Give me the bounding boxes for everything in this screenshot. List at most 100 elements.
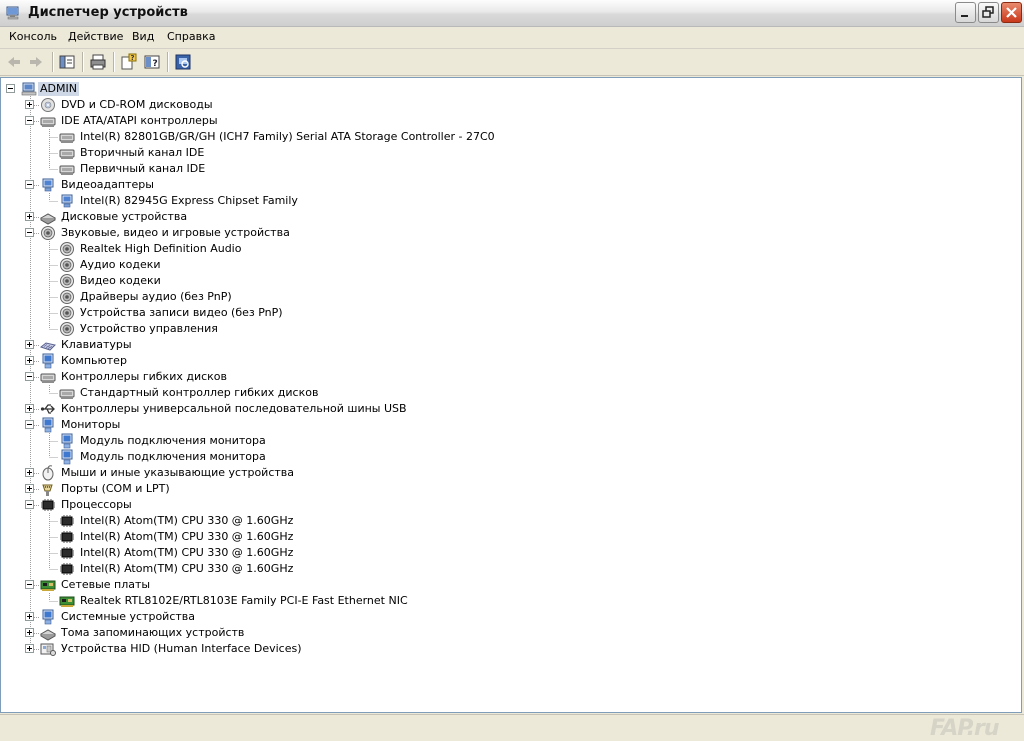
- tree-row-level-2[interactable]: Intel(R) 82945G Express Chipset Family: [1, 193, 1001, 209]
- tree-item-label[interactable]: ADMIN: [38, 82, 79, 96]
- tree-row-level-2[interactable]: Видео кодеки: [1, 273, 1001, 289]
- tree-item-label[interactable]: Мониторы: [61, 418, 120, 432]
- tree-row-level-2[interactable]: Модуль подключения монитора: [1, 433, 1001, 449]
- collapse-minus-icon[interactable]: [25, 180, 34, 189]
- tree-item-label[interactable]: Сетевые платы: [61, 578, 150, 592]
- tree-row-level-2[interactable]: Вторичный канал IDE: [1, 145, 1001, 161]
- tree-row-level-1[interactable]: Мыши и иные указывающие устройства: [1, 465, 1001, 481]
- tree-row-level-2[interactable]: Intel(R) Atom(TM) CPU 330 @ 1.60GHz: [1, 513, 1001, 529]
- expand-plus-icon[interactable]: [25, 356, 34, 365]
- restore-button[interactable]: [978, 2, 999, 23]
- menu-console[interactable]: Консоль: [9, 30, 57, 43]
- collapse-minus-icon[interactable]: [25, 500, 34, 509]
- tree-item-label[interactable]: Модуль подключения монитора: [80, 450, 266, 464]
- close-button[interactable]: [1001, 2, 1022, 23]
- tree-item-label[interactable]: Процессоры: [61, 498, 132, 512]
- tree-row-level-1[interactable]: IDE ATA/ATAPI контроллеры: [1, 113, 1001, 129]
- tree-row-level-2[interactable]: Модуль подключения монитора: [1, 449, 1001, 465]
- tree-row-level-1[interactable]: Сетевые платы: [1, 577, 1001, 593]
- print-icon[interactable]: [89, 53, 107, 71]
- expand-plus-icon[interactable]: [25, 468, 34, 477]
- tree-item-label[interactable]: Вторичный канал IDE: [80, 146, 204, 160]
- collapse-minus-icon[interactable]: [25, 372, 34, 381]
- tree-item-label[interactable]: Аудио кодеки: [80, 258, 161, 272]
- tree-item-label[interactable]: Клавиатуры: [61, 338, 132, 352]
- tree-row-level-2[interactable]: Realtek RTL8102E/RTL8103E Family PCI-E F…: [1, 593, 1001, 609]
- tree-item-label[interactable]: Мыши и иные указывающие устройства: [61, 466, 294, 480]
- tree-row-level-1[interactable]: Тома запоминающих устройств: [1, 625, 1001, 641]
- tree-row-level-1[interactable]: Клавиатуры: [1, 337, 1001, 353]
- tree-item-label[interactable]: Компьютер: [61, 354, 127, 368]
- back-arrow-icon[interactable]: [5, 53, 23, 71]
- expand-plus-icon[interactable]: [25, 484, 34, 493]
- tree-row-level-1[interactable]: Дисковые устройства: [1, 209, 1001, 225]
- tree-item-label[interactable]: Видеоадаптеры: [61, 178, 154, 192]
- properties-icon[interactable]: ?: [120, 53, 138, 71]
- tree-row-level-1[interactable]: Порты (COM и LPT): [1, 481, 1001, 497]
- expand-plus-icon[interactable]: [25, 404, 34, 413]
- tree-item-label[interactable]: Устройство управления: [80, 322, 218, 336]
- tree-item-label[interactable]: Intel(R) Atom(TM) CPU 330 @ 1.60GHz: [80, 562, 293, 576]
- tree-row-level-1[interactable]: Устройства HID (Human Interface Devices): [1, 641, 1001, 657]
- tree-item-label[interactable]: Контроллеры гибких дисков: [61, 370, 227, 384]
- title-bar[interactable]: Диспетчер устройств: [0, 0, 1024, 27]
- tree-row-level-1[interactable]: Видеоадаптеры: [1, 177, 1001, 193]
- tree-row-level-1[interactable]: Компьютер: [1, 353, 1001, 369]
- collapse-minus-icon[interactable]: [25, 420, 34, 429]
- tree-row-level-2[interactable]: Драйверы аудио (без PnP): [1, 289, 1001, 305]
- tree-row-level-2[interactable]: Intel(R) Atom(TM) CPU 330 @ 1.60GHz: [1, 529, 1001, 545]
- tree-row-level-2[interactable]: Первичный канал IDE: [1, 161, 1001, 177]
- scan-hardware-icon[interactable]: [174, 53, 192, 71]
- tree-row-level-2[interactable]: Intel(R) Atom(TM) CPU 330 @ 1.60GHz: [1, 561, 1001, 577]
- tree-item-label[interactable]: Intel(R) 82801GB/GR/GH (ICH7 Family) Ser…: [80, 130, 495, 144]
- tree-item-label[interactable]: Видео кодеки: [80, 274, 161, 288]
- expand-plus-icon[interactable]: [25, 612, 34, 621]
- tree-row-level-2[interactable]: Intel(R) 82801GB/GR/GH (ICH7 Family) Ser…: [1, 129, 1001, 145]
- tree-item-label[interactable]: Драйверы аудио (без PnP): [80, 290, 232, 304]
- tree-row-level-2[interactable]: Аудио кодеки: [1, 257, 1001, 273]
- tree-item-label[interactable]: Intel(R) Atom(TM) CPU 330 @ 1.60GHz: [80, 514, 293, 528]
- menu-action[interactable]: Действие: [68, 30, 123, 43]
- show-hide-tree-icon[interactable]: [58, 53, 76, 71]
- tree-item-label[interactable]: Модуль подключения монитора: [80, 434, 266, 448]
- collapse-minus-icon[interactable]: [25, 228, 34, 237]
- tree-item-label[interactable]: Дисковые устройства: [61, 210, 187, 224]
- collapse-minus-icon[interactable]: [25, 580, 34, 589]
- tree-row-level-2[interactable]: Intel(R) Atom(TM) CPU 330 @ 1.60GHz: [1, 545, 1001, 561]
- collapse-minus-icon[interactable]: [6, 84, 15, 93]
- tree-item-label[interactable]: IDE ATA/ATAPI контроллеры: [61, 114, 218, 128]
- tree-item-label[interactable]: Realtek High Definition Audio: [80, 242, 241, 256]
- expand-plus-icon[interactable]: [25, 628, 34, 637]
- help-icon[interactable]: ?: [143, 53, 161, 71]
- tree-item-label[interactable]: Intel(R) 82945G Express Chipset Family: [80, 194, 298, 208]
- tree-item-label[interactable]: DVD и CD-ROM дисководы: [61, 98, 213, 112]
- tree-row-level-2[interactable]: Realtek High Definition Audio: [1, 241, 1001, 257]
- tree-row-level-1[interactable]: Контроллеры гибких дисков: [1, 369, 1001, 385]
- tree-item-label[interactable]: Системные устройства: [61, 610, 195, 624]
- tree-item-label[interactable]: Порты (COM и LPT): [61, 482, 170, 496]
- tree-item-label[interactable]: Intel(R) Atom(TM) CPU 330 @ 1.60GHz: [80, 546, 293, 560]
- tree-item-label[interactable]: Устройства записи видео (без PnP): [80, 306, 283, 320]
- tree-row-level-0[interactable]: ADMIN: [1, 81, 1001, 97]
- expand-plus-icon[interactable]: [25, 212, 34, 221]
- tree-row-level-1[interactable]: Звуковые, видео и игровые устройства: [1, 225, 1001, 241]
- tree-row-level-1[interactable]: Контроллеры универсальной последовательн…: [1, 401, 1001, 417]
- tree-row-level-2[interactable]: Устройства записи видео (без PnP): [1, 305, 1001, 321]
- tree-item-label[interactable]: Intel(R) Atom(TM) CPU 330 @ 1.60GHz: [80, 530, 293, 544]
- expand-plus-icon[interactable]: [25, 100, 34, 109]
- collapse-minus-icon[interactable]: [25, 116, 34, 125]
- menu-help[interactable]: Справка: [167, 30, 215, 43]
- tree-row-level-2[interactable]: Стандартный контроллер гибких дисков: [1, 385, 1001, 401]
- tree-row-level-1[interactable]: Процессоры: [1, 497, 1001, 513]
- tree-item-label[interactable]: Стандартный контроллер гибких дисков: [80, 386, 318, 400]
- expand-plus-icon[interactable]: [25, 340, 34, 349]
- tree-row-level-1[interactable]: DVD и CD-ROM дисководы: [1, 97, 1001, 113]
- tree-item-label[interactable]: Первичный канал IDE: [80, 162, 205, 176]
- tree-item-label[interactable]: Устройства HID (Human Interface Devices): [61, 642, 302, 656]
- tree-row-level-1[interactable]: Мониторы: [1, 417, 1001, 433]
- tree-item-label[interactable]: Звуковые, видео и игровые устройства: [61, 226, 290, 240]
- minimize-button[interactable]: [955, 2, 976, 23]
- expand-plus-icon[interactable]: [25, 644, 34, 653]
- tree-item-label[interactable]: Контроллеры универсальной последовательн…: [61, 402, 407, 416]
- menu-view[interactable]: Вид: [132, 30, 154, 43]
